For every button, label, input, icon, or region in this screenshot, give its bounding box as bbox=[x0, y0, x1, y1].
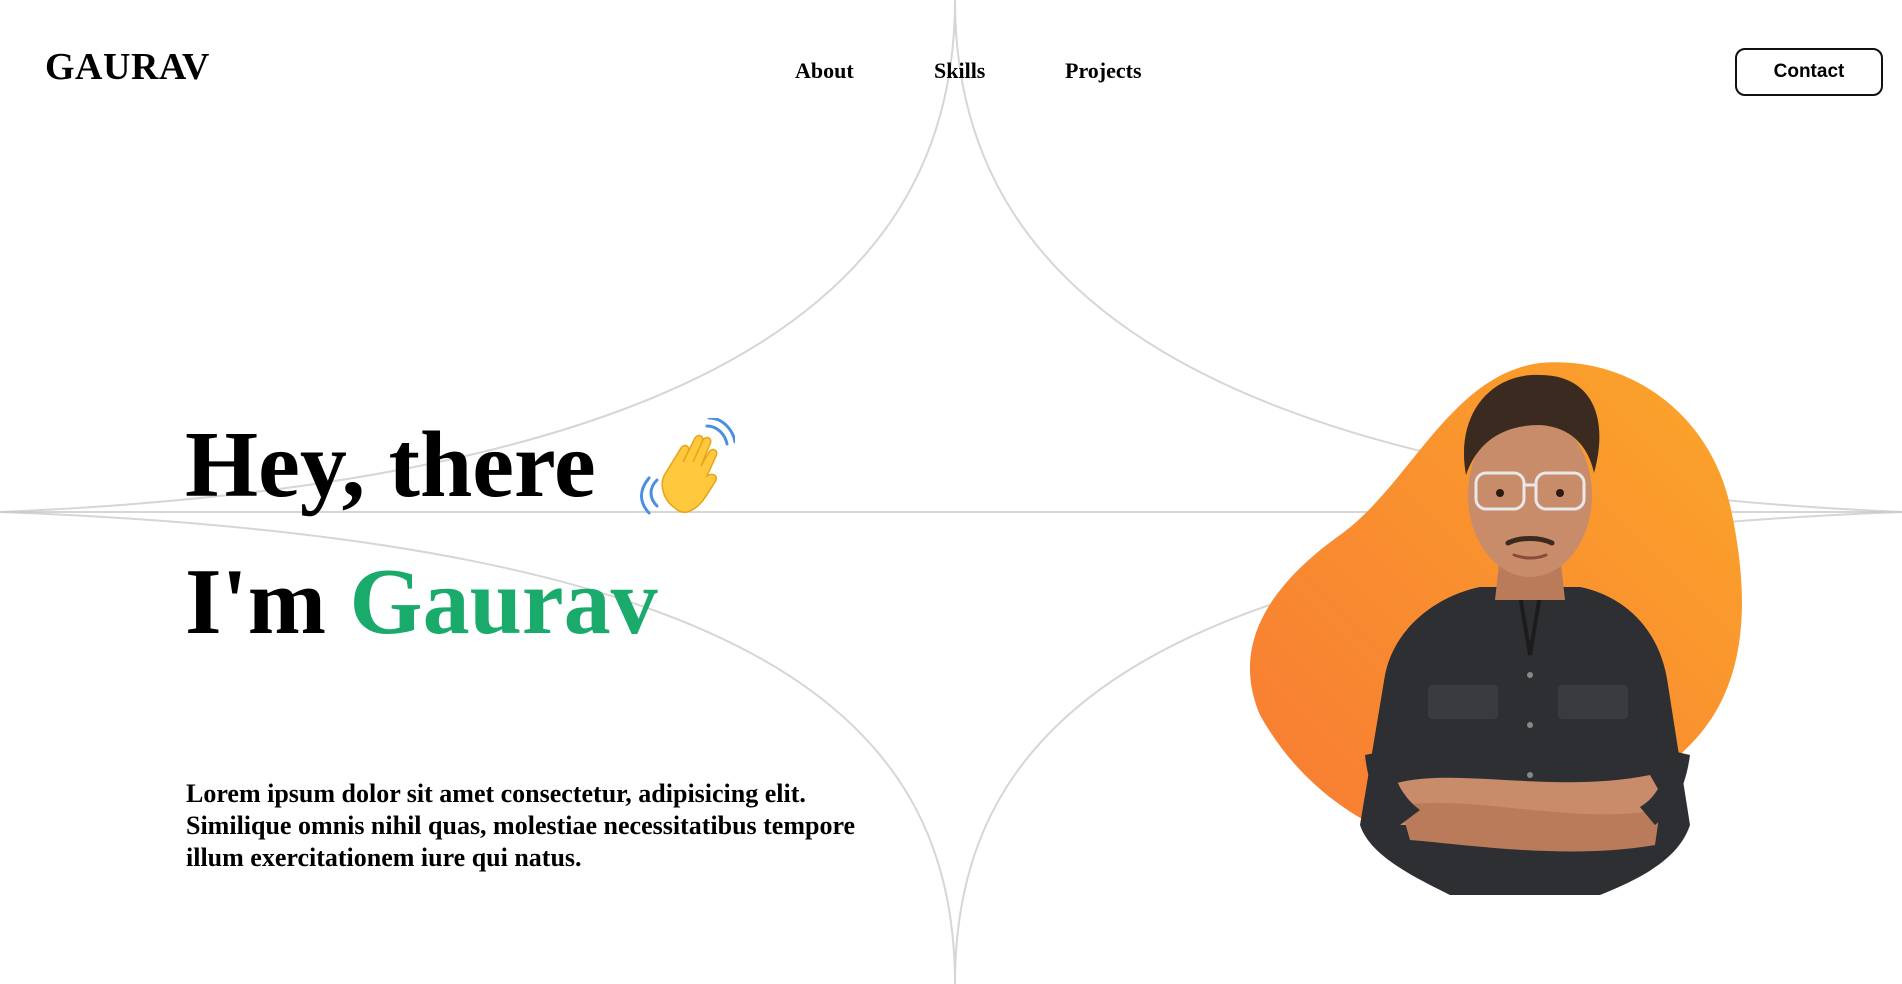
main-nav: About Skills Projects bbox=[0, 60, 1902, 90]
hero-intro: I'm Gaurav bbox=[185, 555, 658, 649]
nav-skills[interactable]: Skills bbox=[934, 60, 985, 82]
profile-portrait bbox=[1250, 362, 1742, 895]
contact-button[interactable]: Contact bbox=[1735, 48, 1883, 96]
hero-name: Gaurav bbox=[349, 550, 658, 654]
portfolio-page: GAURAV About Skills Projects Contact Hey… bbox=[0, 0, 1902, 984]
hero-greeting: Hey, there bbox=[185, 413, 596, 517]
intro-prefix: I'm bbox=[185, 550, 326, 654]
waving-hand-icon bbox=[640, 418, 735, 515]
nav-about[interactable]: About bbox=[795, 60, 854, 82]
hero-description: Lorem ipsum dolor sit amet consectetur, … bbox=[186, 779, 856, 872]
nav-projects[interactable]: Projects bbox=[1065, 60, 1142, 82]
